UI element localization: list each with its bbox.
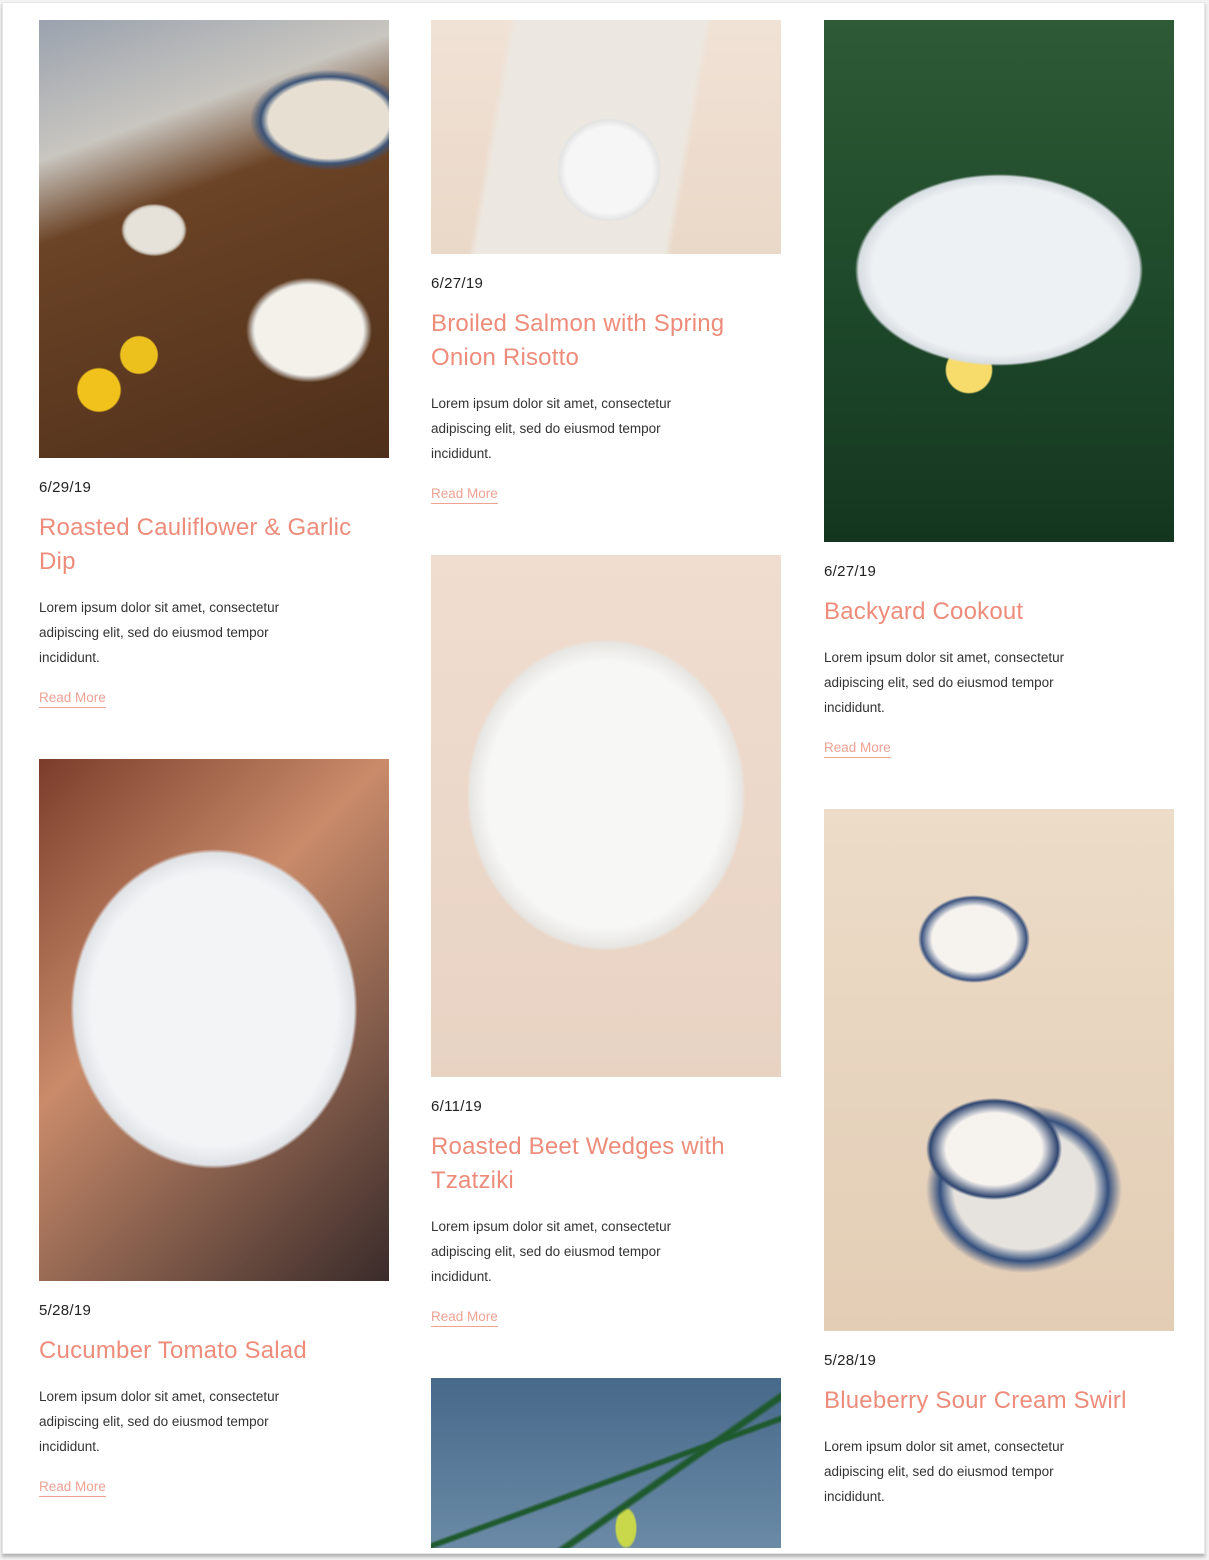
post-title[interactable]: Blueberry Sour Cream Swirl — [824, 1384, 1174, 1418]
post-date: 5/28/19 — [824, 1352, 877, 1369]
read-more-link[interactable]: Read More — [824, 740, 891, 758]
post-card: 6/11/19 Roasted Beet Wedges with Tzatzik… — [431, 555, 781, 1327]
post-excerpt: Lorem ipsum dolor sit amet, consectetur … — [824, 650, 1065, 715]
blog-grid-page: 6/29/19 Roasted Cauliflower & Garlic Dip… — [2, 2, 1205, 1554]
post-date: 5/28/19 — [39, 1302, 92, 1319]
post-excerpt: Lorem ipsum dolor sit amet, consectetur … — [39, 600, 280, 665]
post-image[interactable] — [431, 20, 781, 254]
column-1: 6/29/19 Roasted Cauliflower & Garlic Dip… — [39, 20, 389, 1497]
post-card: 6/29/19 Roasted Cauliflower & Garlic Dip… — [39, 20, 389, 708]
post-card — [431, 1378, 781, 1548]
post-date: 6/27/19 — [824, 563, 877, 580]
post-image[interactable] — [431, 555, 781, 1077]
post-image[interactable] — [824, 809, 1174, 1331]
post-card: 5/28/19 Blueberry Sour Cream Swirl Lorem… — [824, 809, 1174, 1509]
post-excerpt: Lorem ipsum dolor sit amet, consectetur … — [431, 396, 672, 461]
post-card: 6/27/19 Backyard Cookout Lorem ipsum dol… — [824, 20, 1174, 758]
post-title[interactable]: Cucumber Tomato Salad — [39, 1334, 389, 1368]
post-date: 6/29/19 — [39, 479, 92, 496]
post-excerpt: Lorem ipsum dolor sit amet, consectetur … — [39, 1389, 280, 1454]
post-image[interactable] — [824, 20, 1174, 542]
post-image[interactable] — [431, 1378, 781, 1548]
post-title[interactable]: Broiled Salmon with Spring Onion Risotto — [431, 307, 781, 375]
post-card: 5/28/19 Cucumber Tomato Salad Lorem ipsu… — [39, 759, 389, 1497]
post-date: 6/27/19 — [431, 275, 484, 292]
post-excerpt: Lorem ipsum dolor sit amet, consectetur … — [431, 1219, 672, 1284]
read-more-link[interactable]: Read More — [39, 1479, 106, 1497]
column-3: 6/27/19 Backyard Cookout Lorem ipsum dol… — [824, 20, 1174, 1509]
post-title[interactable]: Backyard Cookout — [824, 595, 1174, 629]
post-title[interactable]: Roasted Cauliflower & Garlic Dip — [39, 511, 389, 579]
post-date: 6/11/19 — [431, 1098, 483, 1115]
read-more-link[interactable]: Read More — [431, 486, 498, 504]
read-more-link[interactable]: Read More — [39, 690, 106, 708]
column-2: 6/27/19 Broiled Salmon with Spring Onion… — [431, 20, 781, 1548]
post-image[interactable] — [39, 20, 389, 458]
read-more-link[interactable]: Read More — [431, 1309, 498, 1327]
post-excerpt: Lorem ipsum dolor sit amet, consectetur … — [824, 1439, 1065, 1504]
post-title[interactable]: Roasted Beet Wedges with Tzatziki — [431, 1130, 781, 1198]
post-card: 6/27/19 Broiled Salmon with Spring Onion… — [431, 20, 781, 504]
post-image[interactable] — [39, 759, 389, 1281]
